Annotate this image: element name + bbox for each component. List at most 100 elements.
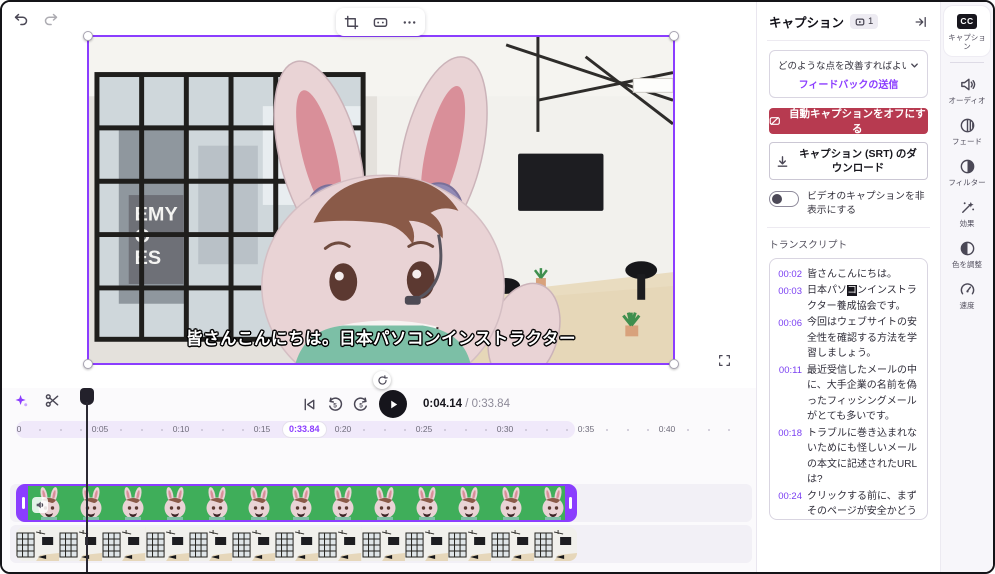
duration-badge: 0:33.84 [282, 421, 327, 438]
download-srt-button[interactable]: キャプション (SRT) のダウンロード [769, 142, 928, 181]
ruler-tick-dot [565, 429, 568, 431]
transcript-timestamp[interactable]: 00:18 [776, 426, 802, 488]
svg-text:5: 5 [333, 402, 337, 409]
magic-sparkle-icon[interactable] [14, 393, 29, 408]
selection-handle-tl[interactable] [83, 31, 93, 41]
auto-captions-off-button[interactable]: 自動キャプションをオフにする [769, 108, 928, 135]
redo-icon[interactable] [42, 10, 60, 28]
split-scissors-icon[interactable] [45, 393, 60, 408]
ruler-tick-dot [646, 429, 649, 431]
rewind-5s-icon[interactable]: 5 [327, 396, 343, 412]
send-feedback-link[interactable]: フィードバックの送信 [778, 76, 919, 91]
rotate-handle-icon[interactable] [373, 371, 391, 389]
ruler-tick-label: 0:10 [172, 424, 190, 434]
captions-icon: CC [944, 12, 990, 30]
panel-title: キャプション [769, 16, 845, 30]
ruler-tick-dot [484, 429, 487, 431]
tools-rail: CC キャプションオーディオ フェード フィルター 効果 色を調整 速度 [940, 2, 993, 572]
hide-captions-label: ビデオのキャプションを非表示にする [807, 191, 925, 217]
chevron-down-icon[interactable] [910, 61, 919, 70]
transcript-text[interactable]: トラブルに巻き込まれないためにも怪しいメールの本文に記述されたURLは? [807, 426, 919, 488]
ruler-tick-dot [687, 429, 690, 431]
hide-captions-toggle[interactable] [769, 191, 799, 208]
fit-icon[interactable] [373, 15, 388, 30]
color-adjust-icon [944, 239, 990, 257]
transcript-row[interactable]: 00:02 皆さんこんにちは。 [776, 267, 919, 283]
effects-icon [944, 198, 990, 216]
selection-handle-br[interactable] [669, 359, 679, 369]
text-cursor: コ [847, 285, 857, 297]
transcript-text[interactable]: 最近受信したメールの中に、大手企業の名前を偽ったフィッシングメールがとても多いで… [807, 363, 919, 425]
filter-icon [944, 157, 990, 175]
crop-icon[interactable] [344, 15, 359, 30]
ruler-tick-label: 0:35 [577, 424, 595, 434]
rail-item-color-adjust[interactable]: 色を調整 [944, 233, 990, 274]
trim-handle-left[interactable] [18, 486, 28, 520]
selection-handle-bl[interactable] [83, 359, 93, 369]
caption-panel: キャプション 1 どのような点を改善すればよいでし。 フィードバックの送信 自動… [756, 2, 940, 572]
transcript-row[interactable]: 00:11 最近受信したメールの中に、大手企業の名前を偽ったフィッシングメールがと… [776, 363, 919, 425]
transcript-row[interactable]: 00:18 トラブルに巻き込まれないためにも怪しいメールの本文に記述されたURLは… [776, 426, 919, 488]
ruler-tick-dot [241, 429, 244, 431]
video-clip-selected[interactable] [16, 484, 577, 522]
speed-icon [944, 280, 990, 298]
transcript-text[interactable]: 日本パソコンインストラクター養成協会です。 [807, 283, 919, 314]
selection-handle-tr[interactable] [669, 31, 679, 41]
total-time: 0:33.84 [471, 398, 510, 410]
ruler-tick-dot [727, 429, 730, 431]
track-row-video [10, 484, 752, 522]
captions-off-icon [769, 116, 780, 126]
ruler-tick-dot [545, 429, 548, 431]
background-clip[interactable] [16, 527, 577, 561]
ruler-tick-label: 0:20 [334, 424, 352, 434]
trim-handle-right[interactable] [565, 486, 575, 520]
rail-item-effects[interactable]: 効果 [944, 192, 990, 233]
svg-text:ES: ES [135, 247, 161, 269]
ruler-tick-label: 0:25 [415, 424, 433, 434]
video-page-icon [855, 17, 865, 26]
skip-to-start-icon[interactable] [302, 397, 317, 412]
timeline-ruler[interactable]: 0 0:05 0:10 0:15 0:20 0:25 0:30 0:35 0:40 0:33.8… [2, 420, 756, 440]
undo-icon[interactable] [12, 10, 30, 28]
main-area: EMY O ES 皆さんこんにちは。日本パソコンインストラクター 5 5 0:0… [2, 2, 756, 572]
time-display: 0:04.14 / 0:33.84 [423, 398, 510, 410]
video-preview[interactable]: EMY O ES 皆さんこんにちは。日本パソコンインストラクター [83, 31, 679, 369]
collapse-panel-icon[interactable] [914, 15, 928, 29]
download-icon [777, 155, 788, 167]
canvas-area: EMY O ES 皆さんこんにちは。日本パソコンインストラクター [2, 2, 756, 389]
svg-text:5: 5 [359, 402, 363, 409]
play-button[interactable] [379, 390, 407, 418]
ruler-tick-dot [464, 429, 467, 431]
forward-5s-icon[interactable]: 5 [353, 396, 369, 412]
ruler-tick-dot [221, 429, 224, 431]
transcript-timestamp[interactable]: 00:02 [776, 267, 802, 283]
transcript-row[interactable]: 00:06 今回はウェブサイトの安全性を確認する方法を学習しましょう。 [776, 315, 919, 362]
transcript-box[interactable]: 00:02 皆さんこんにちは。 00:03 日本パソコンインストラクター養成協会です。… [769, 257, 928, 520]
transcript-text[interactable]: 皆さんこんにちは。 [807, 267, 919, 283]
ruler-tick-label: 0:15 [253, 424, 271, 434]
fullscreen-icon[interactable] [718, 354, 731, 367]
ruler-tick-label: 0:05 [91, 424, 109, 434]
ruler-tick-dot [59, 429, 62, 431]
video-clip-thumbnails [28, 486, 565, 520]
ruler-tick-dot [160, 429, 163, 431]
video-frame: EMY O ES [89, 37, 673, 363]
more-icon[interactable] [402, 15, 417, 30]
transcript-timestamp[interactable]: 00:03 [776, 283, 802, 314]
transcript-row[interactable]: 00:03 日本パソコンインストラクター養成協会です。 [776, 283, 919, 314]
ruler-tick-label: 0 [16, 424, 22, 434]
ruler-tick-dot [140, 429, 143, 431]
transcript-text[interactable]: クリックする前に、まずそのページが安全かどうかを確認する操作手順を覚えておきまし… [807, 489, 919, 519]
transcript-timestamp[interactable]: 00:11 [776, 363, 802, 425]
rail-item-speed[interactable]: 速度 [944, 274, 990, 315]
transcript-timestamp[interactable]: 00:24 [776, 489, 802, 519]
rail-item-audio[interactable]: オーディオ [944, 69, 990, 110]
transcript-row[interactable]: 00:24クリックする前に、まずそのページが安全かどうかを確認する操作手順を覚え… [776, 489, 919, 519]
rail-item-fade[interactable]: フェード [944, 110, 990, 151]
rail-item-filter[interactable]: フィルター [944, 151, 990, 192]
transcript-timestamp[interactable]: 00:06 [776, 315, 802, 362]
transcript-text[interactable]: 今回はウェブサイトの安全性を確認する方法を学習しましょう。 [807, 315, 919, 362]
caption-count-badge: 1 [850, 14, 879, 29]
ruler-tick-label: 0:30 [496, 424, 514, 434]
rail-item-captions[interactable]: CC キャプション [944, 6, 990, 56]
